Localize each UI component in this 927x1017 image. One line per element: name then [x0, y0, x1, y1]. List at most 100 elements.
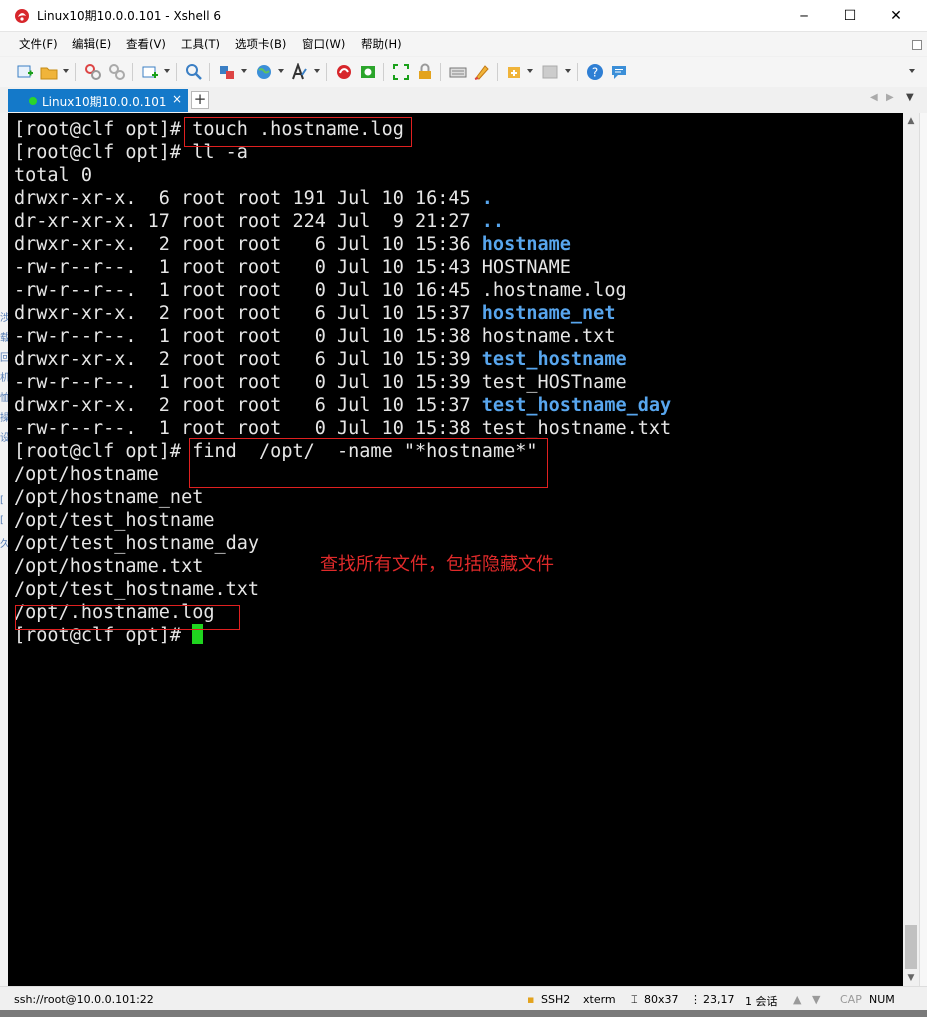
svg-text:?: ?	[592, 66, 598, 80]
terminal-line: -rw-r--r--. 1 root root 0 Jul 10 15:39 t…	[14, 371, 627, 394]
file-meta: drwxr-xr-x. 2 root root 6 Jul 10 15:37	[14, 303, 482, 324]
disconnect-icon[interactable]	[108, 63, 126, 81]
status-protocol: SSH2	[541, 993, 571, 1006]
open-dropdown-icon[interactable]	[63, 69, 69, 73]
scroll-thumb[interactable]	[905, 925, 917, 969]
terminal-line: /opt/hostname_net	[14, 486, 203, 509]
menu-window[interactable]: 窗口(W)	[302, 36, 345, 52]
terminal-line: -rw-r--r--. 1 root root 0 Jul 10 16:45 .…	[14, 279, 627, 302]
status-position: 23,17	[703, 993, 735, 1006]
output-text: /opt/hostname_net	[14, 487, 204, 508]
terminal-line: drwxr-xr-x. 2 root root 6 Jul 10 15:37 t…	[14, 394, 671, 417]
xftp-icon[interactable]	[335, 63, 353, 81]
terminal-line: /opt/test_hostname_day	[14, 532, 259, 555]
file-name: .hostname.log	[481, 280, 627, 301]
file-meta: drwxr-xr-x. 2 root root 6 Jul 10 15:36	[14, 234, 482, 255]
tab-next-icon[interactable]: ▶	[886, 92, 894, 103]
file-meta: drwxr-xr-x. 2 root root 6 Jul 10 15:39	[14, 349, 482, 370]
menu-tools[interactable]: 工具(T)	[181, 36, 220, 52]
file-meta: drwxr-xr-x. 2 root root 6 Jul 10 15:37	[14, 395, 482, 416]
output-text: total 0	[14, 165, 92, 186]
status-cap: CAP	[840, 993, 862, 1006]
find-icon[interactable]	[185, 63, 203, 81]
file-meta: -rw-r--r--. 1 root root 0 Jul 10 15:38	[14, 418, 482, 439]
file-name: hostname.txt	[481, 326, 616, 347]
file-meta: dr-xr-xr-x. 17 root root 224 Jul 9 21:27	[14, 211, 482, 232]
connect-icon[interactable]	[84, 63, 102, 81]
menu-tabs[interactable]: 选项卡(B)	[235, 36, 286, 52]
terminal-line: /opt/hostname.txt	[14, 555, 203, 578]
status-size: 80x37	[644, 993, 679, 1006]
terminal-line: total 0	[14, 164, 92, 187]
nav-up-icon[interactable]: ▲	[793, 993, 801, 1006]
window-title: Linux10期10.0.0.101 - Xshell 6	[37, 9, 222, 23]
file-meta: -rw-r--r--. 1 root root 0 Jul 10 15:38	[14, 326, 482, 347]
output-text: /opt/test_hostname	[14, 510, 215, 531]
transfer-icon[interactable]	[218, 63, 236, 81]
maximize-icon: ☐	[843, 7, 857, 24]
position-icon: ⋮	[690, 993, 701, 1006]
scroll-down-icon[interactable]: ▼	[903, 970, 919, 986]
close-window-button[interactable]: ✕	[873, 0, 919, 31]
terminal-scrollbar[interactable]: ▲ ▼	[903, 113, 919, 986]
menu-help[interactable]: 帮助(H)	[361, 36, 402, 52]
new-session-icon[interactable]	[16, 63, 34, 81]
file-name: HOSTNAME	[481, 257, 571, 278]
directory-name: ..	[481, 211, 505, 232]
output-text: /opt/test_hostname_day	[14, 533, 260, 554]
terminal-line: -rw-r--r--. 1 root root 0 Jul 10 15:38 t…	[14, 417, 671, 440]
tab-close-icon[interactable]: ×	[172, 92, 182, 106]
restore-panel-icon[interactable]	[912, 40, 922, 50]
layout-icon[interactable]	[541, 63, 559, 81]
file-name: test_HOSTname	[481, 372, 627, 393]
nav-down-icon[interactable]: ▼	[812, 993, 820, 1006]
maximize-button[interactable]: ☐	[827, 0, 873, 31]
terminal-line: dr-xr-xr-x. 17 root root 224 Jul 9 21:27…	[14, 210, 504, 233]
highlight-box-find	[189, 438, 548, 488]
tab-prev-icon[interactable]: ◀	[870, 92, 878, 103]
highlight-icon[interactable]	[473, 63, 491, 81]
directory-name: hostname_net	[481, 303, 616, 324]
status-num: NUM	[869, 993, 895, 1006]
tab-label: Linux10期10.0.0.101	[42, 95, 167, 109]
new-tab-icon[interactable]	[141, 63, 159, 81]
terminal-line: drwxr-xr-x. 2 root root 6 Jul 10 15:37 h…	[14, 302, 615, 325]
minimize-button[interactable]: ─	[781, 0, 827, 31]
menu-edit[interactable]: 编辑(E)	[72, 36, 111, 52]
globe-icon[interactable]	[255, 63, 273, 81]
file-name: test_hostname.txt	[481, 418, 672, 439]
chat-icon[interactable]	[610, 63, 628, 81]
output-text: /opt/test_hostname.txt	[14, 579, 260, 600]
font-icon[interactable]	[290, 63, 308, 81]
output-text: /opt/hostname.txt	[14, 556, 204, 577]
open-folder-icon[interactable]	[40, 63, 58, 81]
terminal-line: /opt/test_hostname.txt	[14, 578, 259, 601]
help-icon[interactable]: ?	[586, 63, 604, 81]
terminal-line: drwxr-xr-x. 6 root root 191 Jul 10 16:45…	[14, 187, 493, 210]
terminal-line: -rw-r--r--. 1 root root 0 Jul 10 15:38 h…	[14, 325, 615, 348]
connected-status-icon	[29, 97, 37, 105]
fullscreen-icon[interactable]	[392, 63, 410, 81]
toolbar: ?	[0, 57, 927, 87]
terminal-line: /opt/test_hostname	[14, 509, 214, 532]
add-icon[interactable]	[506, 63, 524, 81]
scroll-up-icon[interactable]: ▲	[903, 113, 919, 129]
left-edge-panel: 涉 载 回 机 恤 操 设 [ [ 久	[0, 113, 10, 986]
menu-file[interactable]: 文件(F)	[19, 36, 58, 52]
terminal-area[interactable]: [root@clf opt]# /opt/.hostname.log/opt/t…	[8, 113, 903, 986]
tab-list-icon[interactable]: ▼	[906, 92, 914, 103]
shell-prompt: [root@clf opt]#	[14, 142, 193, 163]
directory-name: hostname	[481, 234, 571, 255]
keyboard-icon[interactable]	[449, 63, 467, 81]
status-sessions: 1 会话	[745, 995, 778, 1008]
file-meta: -rw-r--r--. 1 root root 0 Jul 10 15:43	[14, 257, 482, 278]
directory-name: test_hostname_day	[481, 395, 672, 416]
xmanager-icon[interactable]	[359, 63, 377, 81]
directory-name: .	[481, 188, 493, 209]
file-meta: -rw-r--r--. 1 root root 0 Jul 10 16:45	[14, 280, 482, 301]
lock-icon[interactable]	[416, 63, 434, 81]
add-tab-button[interactable]: +	[191, 91, 209, 109]
menu-view[interactable]: 查看(V)	[126, 36, 166, 52]
menu-bar: 文件(F) 编辑(E) 查看(V) 工具(T) 选项卡(B) 窗口(W) 帮助(…	[0, 32, 927, 56]
tab-session[interactable]: Linux10期10.0.0.101 ×	[8, 89, 188, 112]
